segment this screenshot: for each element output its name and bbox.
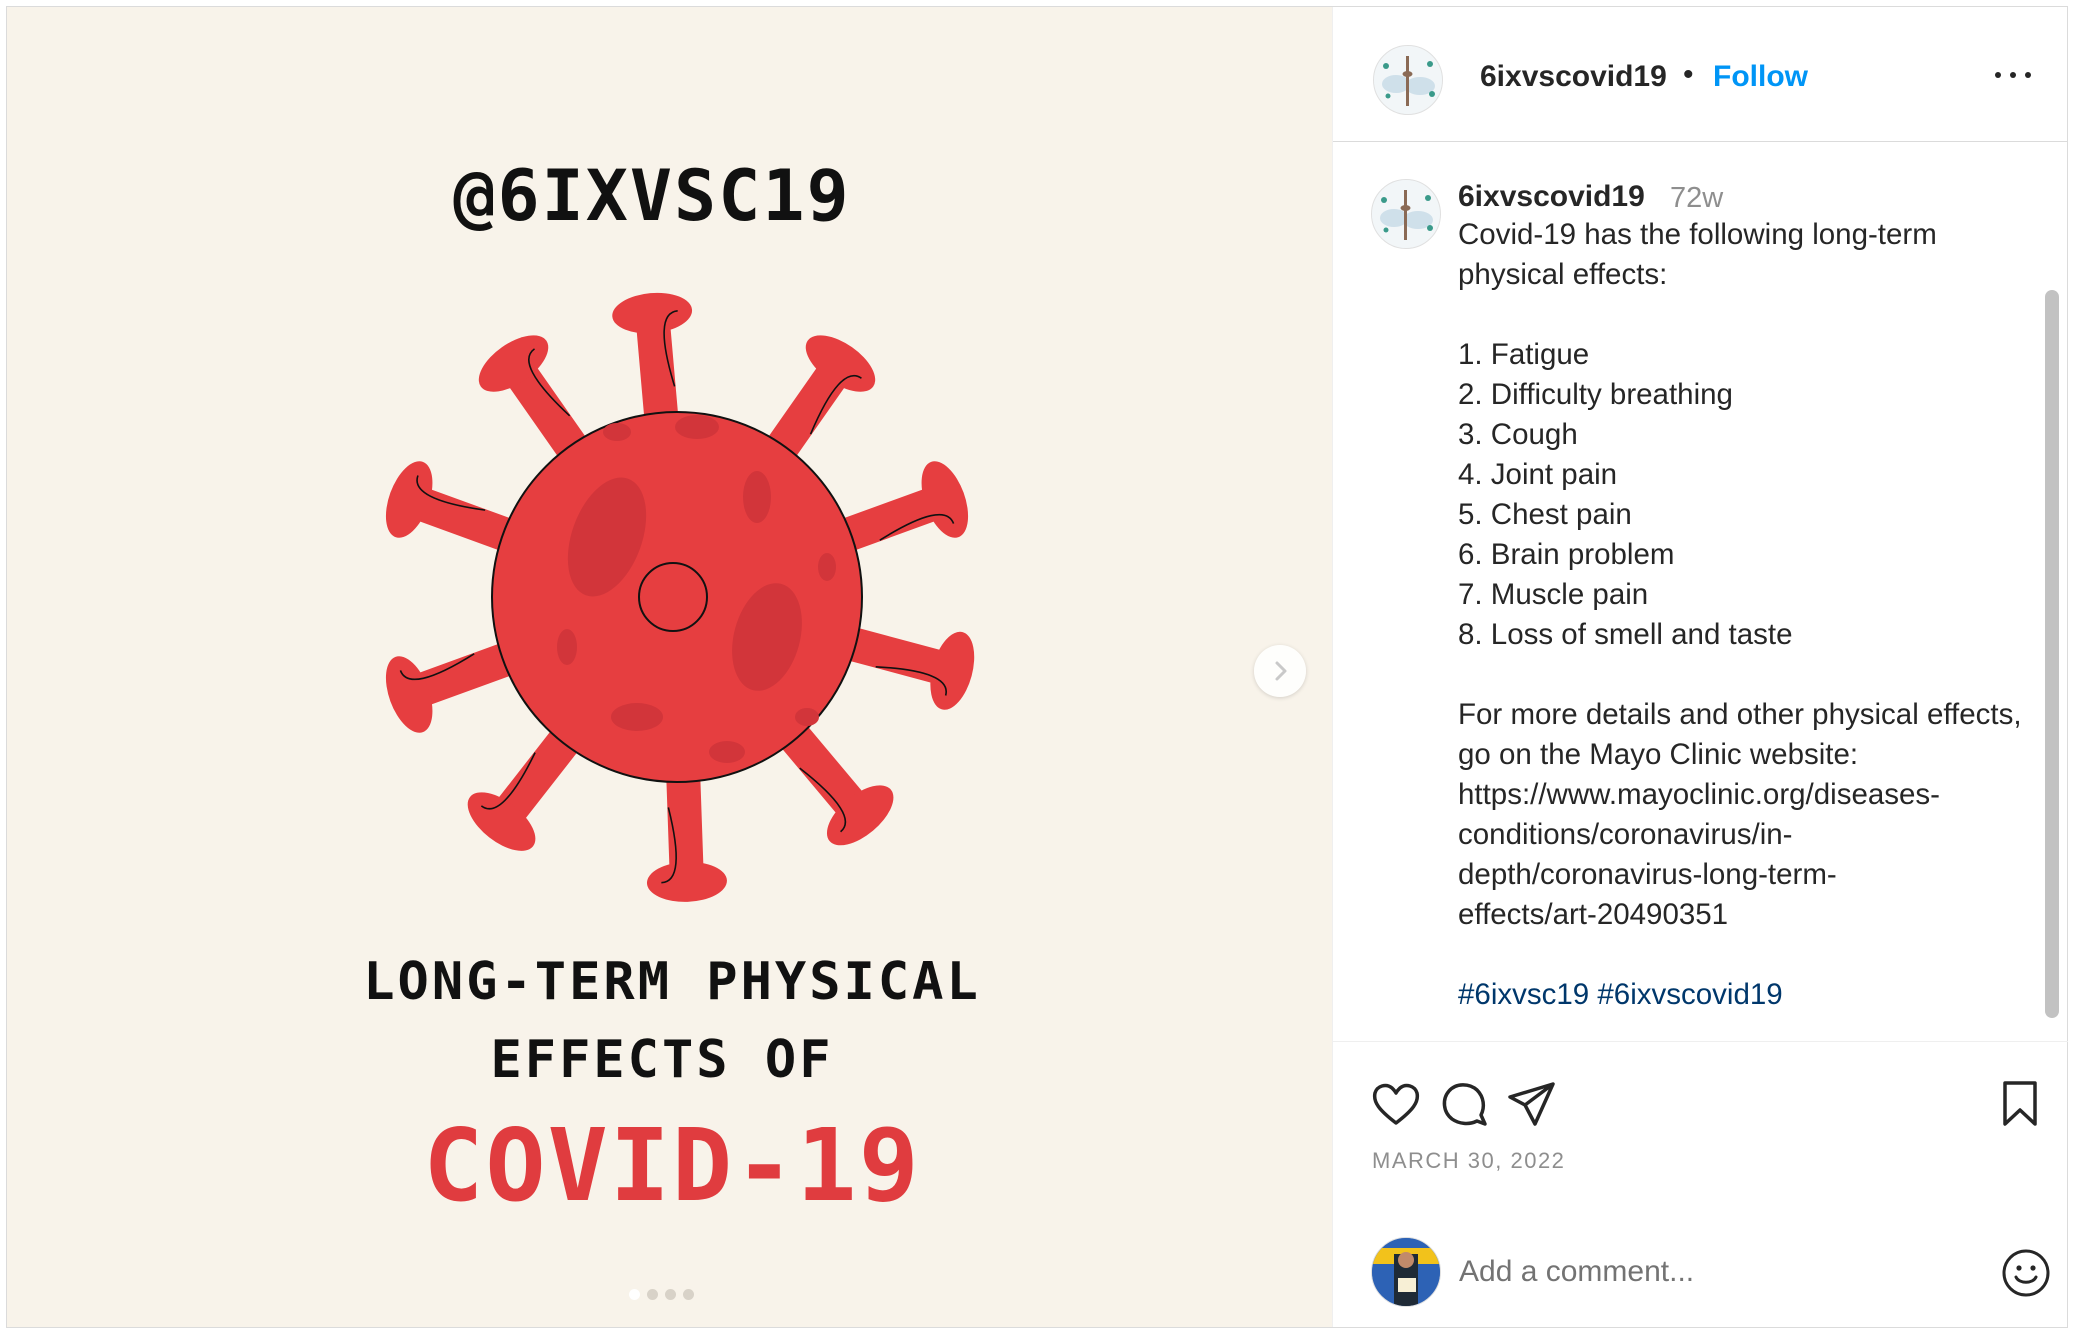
list-item: 1. Fatigue bbox=[1458, 338, 1590, 371]
comment-input[interactable] bbox=[1457, 1251, 1981, 1293]
avatar[interactable] bbox=[1373, 45, 1443, 115]
more-horizontal-icon[interactable] bbox=[1993, 59, 2033, 89]
caption-more-info: For more details and other physical effe… bbox=[1458, 698, 2022, 771]
instagram-post-modal: @6IXVSC19 LONG-TERM PHYSICAL EFFECTS OF … bbox=[6, 6, 2068, 1328]
list-item: 8. Loss of smell and taste bbox=[1458, 618, 1793, 651]
caption-text: Covid-19 has the following long-term phy… bbox=[1458, 215, 2028, 1015]
header-username[interactable]: 6ixvscovid19 bbox=[1480, 60, 1667, 94]
list-item: 5. Chest pain bbox=[1458, 498, 1632, 531]
list-item: 4. Joint pain bbox=[1458, 458, 1618, 491]
avatar[interactable] bbox=[1371, 179, 1441, 249]
comment-form bbox=[1333, 1225, 2068, 1315]
title-line-3: COVID-19 bbox=[423, 1107, 921, 1224]
title-line-2: EFFECTS OF bbox=[490, 1030, 834, 1090]
caption-url-line: https://www.mayoclinic.org/diseases- bbox=[1458, 778, 1941, 811]
carousel-dot bbox=[629, 1289, 640, 1300]
caption-url-line: conditions/coronavirus/in- bbox=[1458, 818, 1793, 851]
caption-scroll-area[interactable]: 6ixvscovid19 72w Covid-19 has the follow… bbox=[1333, 142, 2068, 1042]
divider bbox=[1333, 1041, 2068, 1042]
carousel-next-button[interactable] bbox=[1254, 645, 1306, 697]
post-image[interactable]: @6IXVSC19 LONG-TERM PHYSICAL EFFECTS OF … bbox=[7, 7, 1332, 1327]
bookmark-icon[interactable] bbox=[1993, 1077, 2047, 1131]
scrollbar-thumb[interactable] bbox=[2045, 290, 2059, 1018]
caption-username[interactable]: 6ixvscovid19 bbox=[1458, 180, 1645, 214]
caption-url-line: effects/art-20490351 bbox=[1458, 898, 1729, 931]
list-item: 7. Muscle pain bbox=[1458, 578, 1649, 611]
caption-url-line: depth/coronavirus-long-term- bbox=[1458, 858, 1837, 891]
heart-icon[interactable] bbox=[1369, 1077, 1423, 1131]
virus-illustration bbox=[385, 292, 975, 902]
post-date[interactable]: MARCH 30, 2022 bbox=[1372, 1148, 1565, 1174]
separator-dot: • bbox=[1683, 58, 1694, 91]
smiley-icon[interactable] bbox=[2000, 1247, 2052, 1299]
post-header: 6ixvscovid19 • Follow bbox=[1333, 7, 2068, 142]
avatar bbox=[1371, 1237, 1441, 1307]
carousel-dot bbox=[665, 1289, 676, 1300]
carousel-dot bbox=[683, 1289, 694, 1300]
image-handle-text: @6IXVSC19 bbox=[453, 155, 851, 237]
post-age[interactable]: 72w bbox=[1670, 182, 1723, 215]
action-bar bbox=[1333, 1077, 2068, 1137]
caption-hashtags[interactable]: #6ixvsc19 #6ixvscovid19 bbox=[1458, 975, 2028, 1015]
carousel-dot bbox=[647, 1289, 658, 1300]
list-item: 3. Cough bbox=[1458, 418, 1578, 451]
post-sidebar: 6ixvscovid19 • Follow 6ixvscovid19 72w C… bbox=[1332, 7, 2068, 1327]
title-line-1: LONG-TERM PHYSICAL bbox=[363, 952, 981, 1012]
list-item: 2. Difficulty breathing bbox=[1458, 378, 1733, 411]
list-item: 6. Brain problem bbox=[1458, 538, 1675, 571]
comment-icon[interactable] bbox=[1437, 1077, 1491, 1131]
paper-plane-icon[interactable] bbox=[1505, 1077, 1559, 1131]
caption-intro: Covid-19 has the following long-term phy… bbox=[1458, 218, 1937, 291]
follow-button[interactable]: Follow bbox=[1713, 60, 1808, 94]
